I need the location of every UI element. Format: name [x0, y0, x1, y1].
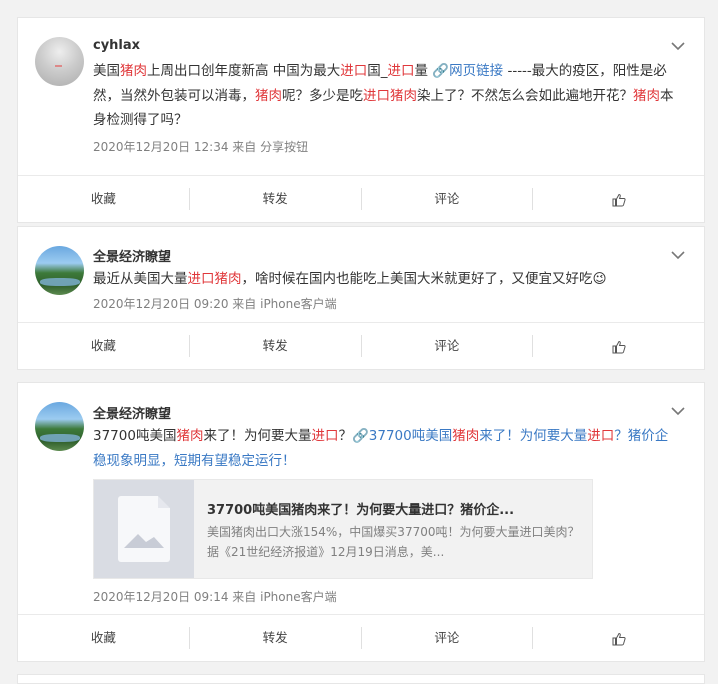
thumbs-up-icon: [612, 340, 626, 353]
post-text: 美国猪肉上周出口创年度新高 中国为最大进口国_进口量 🔗网页链接 -----最大…: [93, 59, 681, 133]
keyword-highlight: 猪肉: [633, 87, 660, 104]
action-bar: 收藏 转发 评论: [18, 322, 704, 369]
document-icon: [94, 480, 194, 578]
action-bar: 收藏 转发 评论: [18, 175, 704, 222]
comment-label: 评论: [434, 630, 460, 645]
comment-button[interactable]: 评论: [362, 627, 534, 649]
repost-label: 转发: [262, 630, 288, 645]
post-meta: 2020年12月20日 09:14 来自 iPhone客户端: [93, 590, 337, 604]
comment-label: 评论: [434, 338, 460, 353]
thumbs-up-icon: [612, 193, 626, 206]
keyword-highlight: 进口: [587, 428, 615, 444]
post-text-segment: 上周出口创年度新高 中国为最大: [147, 63, 341, 79]
like-button[interactable]: [533, 188, 704, 210]
keyword-highlight: 进口: [387, 63, 415, 79]
link-card-desc: 美国猪肉出口大涨154%，中国爆买37700吨！为何要大量进口美肉？据《21世纪…: [207, 525, 580, 559]
post-text-segment: 国_: [367, 63, 388, 79]
post-meta: 2020年12月20日 12:34 来自 分享按钮: [93, 140, 309, 154]
repost-label: 转发: [262, 191, 288, 206]
post-text-segment: 37700吨美国: [93, 428, 177, 444]
collect-button[interactable]: 收藏: [18, 188, 190, 210]
comment-button[interactable]: 评论: [362, 335, 534, 357]
post-meta: 2020年12月20日 09:20 来自 iPhone客户端: [93, 297, 337, 311]
post-text-segment: 量: [414, 63, 433, 79]
author-name[interactable]: cyhlax: [93, 38, 140, 53]
link-preview-card[interactable]: 37700吨美国猪肉来了！为何要大量进口？猪价企... 美国猪肉出口大涨154%…: [93, 479, 593, 579]
post-card: 全景经济瞭望 37700吨美国猪肉来了！为何要大量进口？🔗37700吨美国猪肉来…: [17, 382, 705, 662]
weibo-feed: cyhlax 美国猪肉上周出口创年度新高 中国为最大进口国_进口量 🔗网页链接 …: [0, 0, 718, 684]
avatar[interactable]: [35, 37, 84, 86]
post-text: 37700吨美国猪肉来了！为何要大量进口？🔗37700吨美国猪肉来了！为何要大量…: [93, 424, 681, 473]
post-card: [17, 674, 705, 684]
post-link[interactable]: 🔗网页链接: [432, 63, 503, 79]
keyword-highlight: 进口猪肉: [187, 271, 242, 287]
comment-label: 评论: [434, 191, 460, 206]
post-text-segment: ，啥时候在国内也能吃上美国大米就更好了，又便宜又好吃😉: [241, 271, 607, 287]
post-text-segment: 呢？多少是吃: [282, 87, 363, 104]
post-text-segment: 染上了？不然怎么会如此遍地开花？: [417, 87, 633, 104]
post-link[interactable]: 来了！为何要大量: [479, 428, 587, 444]
post-text-segment: 最近从美国大量: [93, 271, 188, 287]
chevron-down-icon[interactable]: [671, 41, 685, 51]
repost-button[interactable]: 转发: [190, 188, 362, 210]
keyword-highlight: 进口猪肉: [363, 87, 417, 104]
keyword-highlight: 进口: [340, 63, 368, 79]
keyword-highlight: 进口: [311, 428, 339, 444]
post-text-segment: ？: [338, 428, 352, 444]
post-text-segment: 美国: [93, 63, 120, 79]
chevron-down-icon[interactable]: [671, 250, 685, 260]
repost-button[interactable]: 转发: [190, 335, 362, 357]
chevron-down-icon[interactable]: [671, 406, 685, 416]
action-bar: 收藏 转发 评论: [18, 614, 704, 661]
like-button[interactable]: [533, 627, 704, 649]
repost-button[interactable]: 转发: [190, 627, 362, 649]
comment-button[interactable]: 评论: [362, 188, 534, 210]
collect-label: 收藏: [90, 630, 116, 645]
collect-button[interactable]: 收藏: [18, 627, 190, 649]
author-name[interactable]: 全景经济瞭望: [93, 403, 171, 422]
author-name[interactable]: 全景经济瞭望: [93, 246, 171, 265]
thumbs-up-icon: [612, 632, 626, 645]
collect-button[interactable]: 收藏: [18, 335, 190, 357]
keyword-highlight: 猪肉: [255, 87, 282, 104]
keyword-highlight: 猪肉: [120, 63, 147, 79]
keyword-highlight: 猪肉: [452, 428, 480, 444]
post-text-segment: 来了！为何要大量: [203, 428, 312, 444]
collect-label: 收藏: [90, 191, 116, 206]
post-text: 最近从美国大量进口猪肉，啥时候在国内也能吃上美国大米就更好了，又便宜又好吃😉: [93, 267, 681, 292]
post-card: cyhlax 美国猪肉上周出口创年度新高 中国为最大进口国_进口量 🔗网页链接 …: [17, 17, 705, 223]
post-card: 全景经济瞭望 最近从美国大量进口猪肉，啥时候在国内也能吃上美国大米就更好了，又便…: [17, 226, 705, 370]
like-button[interactable]: [533, 335, 704, 357]
link-card-title: 37700吨美国猪肉来了！为何要大量进口？猪价企...: [207, 503, 515, 518]
keyword-highlight: 猪肉: [176, 428, 204, 444]
repost-label: 转发: [262, 338, 288, 353]
avatar[interactable]: [35, 246, 84, 295]
avatar[interactable]: [35, 402, 84, 451]
post-link[interactable]: 🔗37700吨美国: [352, 428, 452, 444]
collect-label: 收藏: [90, 338, 116, 353]
